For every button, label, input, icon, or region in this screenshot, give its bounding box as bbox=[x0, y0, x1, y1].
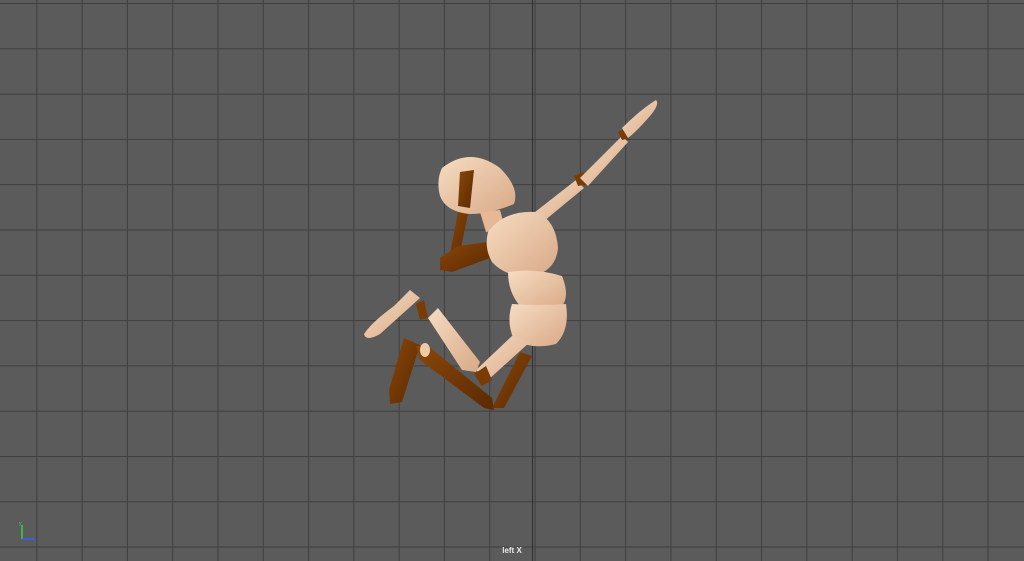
svg-text:z: z bbox=[34, 538, 37, 543]
torso bbox=[486, 211, 567, 347]
3d-viewport[interactable]: y z left X bbox=[0, 0, 1024, 561]
head bbox=[438, 157, 516, 214]
camera-view-label: left X bbox=[502, 546, 522, 555]
mannequin-model[interactable] bbox=[0, 0, 1024, 561]
front-arm bbox=[530, 100, 658, 226]
axis-gizmo-icon: y z bbox=[19, 521, 37, 543]
